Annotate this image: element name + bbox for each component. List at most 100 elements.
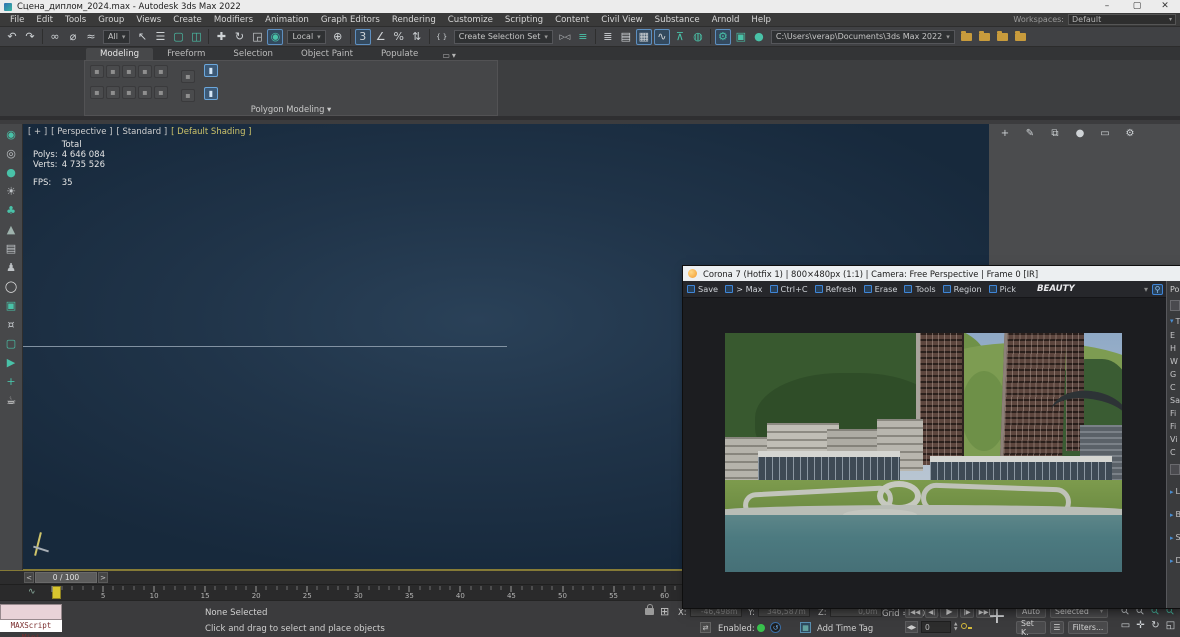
menu-item-animation[interactable]: Animation <box>259 13 315 27</box>
ring-icon[interactable]: ◯ <box>3 279 20 293</box>
toggle-scene-explorer-icon[interactable]: ≣ <box>600 29 616 45</box>
use-pivot-point-center-icon[interactable]: ⊕ <box>330 29 346 45</box>
time-configuration-icon[interactable] <box>960 621 972 633</box>
menu-item-create[interactable]: Create <box>167 13 208 27</box>
filters-button[interactable]: Filters... <box>1068 621 1108 634</box>
time-tag-icon[interactable]: ▦ <box>800 622 811 633</box>
post-row-4[interactable]: G <box>1170 370 1180 383</box>
post-row-10[interactable]: C <box>1170 448 1180 461</box>
toggle-layer-explorer-icon[interactable]: ▤ <box>618 29 634 45</box>
ribbon-tab-object-paint[interactable]: Object Paint <box>287 48 367 60</box>
corona-erase-button[interactable]: Erase <box>864 284 898 294</box>
poly-tool-icon-4[interactable]: ▪ <box>138 86 152 99</box>
menu-item-modifiers[interactable]: Modifiers <box>208 13 259 27</box>
post-row-8[interactable]: Fi <box>1170 422 1180 435</box>
percent-snap-toggle-icon[interactable]: % <box>391 29 407 45</box>
ribbon-tab-selection[interactable]: Selection <box>219 48 287 60</box>
book-icon[interactable]: ▤ <box>3 241 20 255</box>
ribbon-tab-freeform[interactable]: Freeform <box>153 48 219 60</box>
post-section-3[interactable]: ▸S <box>1170 531 1180 544</box>
poly-tool-icon-5[interactable]: ▪ <box>154 86 168 99</box>
set-key-button[interactable]: Set K. <box>1016 621 1046 634</box>
reference-coordinate-system-dropdown[interactable]: Local▾ <box>287 30 325 44</box>
orbit-icon[interactable]: ↻ <box>1148 618 1163 632</box>
command-panel-tab-hierarchy[interactable]: ⧉ <box>1047 127 1063 140</box>
post-row-7[interactable]: Fi <box>1170 409 1180 422</box>
menu-item-customize[interactable]: Customize <box>442 13 499 27</box>
poly-tool-icon-1[interactable]: ▪ <box>90 86 104 99</box>
sun-icon[interactable]: ☀ <box>3 184 20 198</box>
post-row-1[interactable]: E <box>1170 331 1180 344</box>
ribbon-display-control[interactable]: ▭▾ <box>442 51 456 60</box>
project-folder-1-icon[interactable] <box>959 29 975 45</box>
corona-zoom-icon[interactable]: ⚲ <box>1152 284 1163 295</box>
menu-item-help[interactable]: Help <box>745 13 777 27</box>
command-panel-tab-display[interactable]: ▭ <box>1097 127 1113 140</box>
toggle-ribbon-icon[interactable]: ▦ <box>636 29 652 45</box>
material-editor-icon[interactable]: ◍ <box>690 29 706 45</box>
menu-item-file[interactable]: File <box>4 13 30 27</box>
light-icon[interactable]: ● <box>3 165 20 179</box>
post-tab-label[interactable]: Po <box>1170 285 1180 297</box>
current-frame-marker[interactable] <box>52 586 61 599</box>
rendered-frame-window-icon[interactable]: ▣ <box>733 29 749 45</box>
menu-item-edit[interactable]: Edit <box>30 13 59 27</box>
chevron-down-icon[interactable]: ▾ <box>1144 285 1148 294</box>
project-folder-3-icon[interactable] <box>995 29 1011 45</box>
mirror-icon[interactable]: ▷◁ <box>557 29 573 45</box>
vertex-mode-icon[interactable]: ▪ <box>90 65 104 78</box>
maxscript-mini-listener[interactable]: MAXScript Mini <box>0 604 62 633</box>
next-frame-arrow[interactable]: > <box>98 572 108 583</box>
minimize-button[interactable]: – <box>1094 0 1120 13</box>
menu-item-scripting[interactable]: Scripting <box>499 13 549 27</box>
select-and-place-icon[interactable]: ◉ <box>267 29 283 45</box>
post-section-1[interactable]: ▸L <box>1170 485 1180 498</box>
time-slider[interactable]: 0 / 100 <box>35 572 97 583</box>
element-mode-icon[interactable]: ▪ <box>154 65 168 78</box>
previous-frame-arrow[interactable]: < <box>24 572 34 583</box>
post-row-2[interactable]: H <box>1170 344 1180 357</box>
menu-item-views[interactable]: Views <box>130 13 167 27</box>
angle-snap-toggle-icon[interactable]: ∠ <box>373 29 389 45</box>
viewport-menu-plus[interactable]: [ + ] <box>28 127 47 137</box>
tree-icon[interactable]: ▲ <box>3 222 20 236</box>
menu-item-arnold[interactable]: Arnold <box>706 13 746 27</box>
menu-item-rendering[interactable]: Rendering <box>386 13 442 27</box>
post-section-4[interactable]: ▸D <box>1170 554 1180 567</box>
absolute-mode-icon[interactable]: ⊞ <box>660 605 669 618</box>
cameras-icon[interactable]: ◎ <box>3 146 20 160</box>
tone-mapping-header[interactable]: ▾T <box>1170 315 1180 327</box>
camera-icon[interactable]: ◉ <box>3 127 20 141</box>
corona-titlebar[interactable]: Corona 7 (Hotfix 1) | 800×480px (1:1) | … <box>683 266 1180 281</box>
align-icon[interactable]: ≡ <box>575 29 591 45</box>
viewport-menu-view[interactable]: [ Perspective ] <box>51 127 112 137</box>
post-row-9[interactable]: Vi <box>1170 435 1180 448</box>
window-crossing-toggle-icon[interactable]: ◫ <box>188 29 204 45</box>
ribbon-tab-populate[interactable]: Populate <box>367 48 432 60</box>
mini-curve-editor-icon[interactable]: ∿ <box>28 587 36 597</box>
menu-item-group[interactable]: Group <box>92 13 130 27</box>
select-and-scale-icon[interactable]: ◲ <box>249 29 265 45</box>
bind-to-space-warp-icon[interactable]: ≈ <box>83 29 99 45</box>
workspaces-dropdown[interactable]: Default ▾ <box>1068 14 1176 25</box>
select-and-rotate-icon[interactable]: ↻ <box>231 29 247 45</box>
select-object-icon[interactable]: ↖ <box>134 29 150 45</box>
corona-send-to-max-button[interactable]: > Max <box>725 284 762 294</box>
command-panel-tab-modify[interactable]: ✎ <box>1022 127 1038 140</box>
trees-icon[interactable]: ♣ <box>3 203 20 217</box>
rectangular-selection-region-icon[interactable]: ▢ <box>170 29 186 45</box>
polygon-mode-icon[interactable]: ▪ <box>138 65 152 78</box>
current-frame-input[interactable]: 0 <box>921 621 951 633</box>
lamp-icon[interactable]: ¤ <box>3 317 20 331</box>
close-button[interactable]: ✕ <box>1152 0 1178 13</box>
polygon-modeling-label[interactable]: Polygon Modeling ▾ <box>85 104 497 114</box>
select-and-link-icon[interactable]: ∞ <box>47 29 63 45</box>
maximize-viewport-icon[interactable]: ◱ <box>1163 618 1178 632</box>
key-mode-toggle[interactable]: ◀▶ <box>905 621 918 633</box>
post-row-5[interactable]: C <box>1170 383 1180 396</box>
post-row-3[interactable]: W <box>1170 357 1180 370</box>
edit-poly-mode-icon[interactable]: ▮ <box>204 64 218 77</box>
select-and-move-icon[interactable]: ✚ <box>213 29 229 45</box>
ribbon-tab-modeling[interactable]: Modeling <box>86 48 153 60</box>
post-section-2[interactable]: ▸B <box>1170 508 1180 521</box>
